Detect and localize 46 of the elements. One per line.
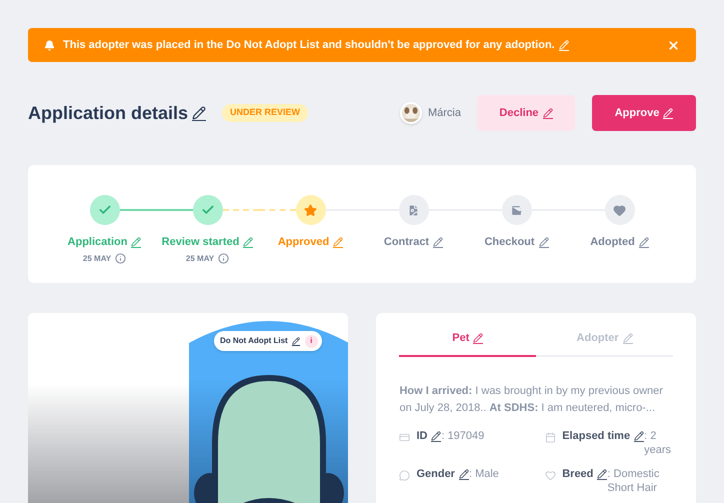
edit-icon[interactable] (431, 430, 442, 442)
field-value: : Domestic Short Hair (607, 466, 660, 494)
step-label: Contract (384, 235, 430, 250)
edit-icon[interactable] (634, 430, 644, 442)
step-label: Application (68, 235, 128, 250)
bell-icon (44, 40, 55, 50)
field-value: : Male (468, 466, 499, 480)
info-icon[interactable] (218, 253, 230, 264)
document-icon (407, 204, 420, 216)
step-label: Approved (278, 235, 330, 250)
user-name: Márcia (428, 106, 461, 121)
star-icon (304, 204, 317, 216)
heart-icon (545, 470, 556, 480)
tab[interactable]: Pet (399, 330, 536, 356)
step-label: Review started (162, 235, 240, 250)
step-label: Adopted (590, 235, 635, 250)
check-icon (200, 203, 214, 217)
page-title: Application details (28, 102, 188, 125)
step-label: Checkout (484, 235, 535, 250)
calendar-icon (545, 432, 556, 442)
tab[interactable]: Adopter (536, 330, 674, 356)
step-date: 25 MAY (82, 252, 112, 264)
heart-icon (613, 204, 626, 216)
tag-label: Do Not Adopt List (220, 335, 288, 347)
edit-icon[interactable] (192, 106, 206, 120)
card-icon (399, 432, 410, 442)
decline-button[interactable]: Decline (477, 95, 575, 131)
wallet-icon (510, 204, 523, 216)
status-badge: UNDER REVIEW (222, 104, 308, 122)
alert-badge[interactable]: i (304, 334, 318, 348)
field-label: Gender (416, 466, 455, 480)
field-value: : 197049 (441, 428, 484, 442)
close-icon[interactable] (667, 38, 680, 52)
approve-button[interactable]: Approve (592, 95, 696, 131)
field-label: ID (416, 428, 428, 442)
step-date: 25 MAY (186, 252, 214, 264)
alert-message: This adopter was placed in the Do Not Adopt List and shouldn't be approved for any adoption. (63, 38, 555, 53)
edit-icon[interactable] (292, 336, 300, 346)
field-value: : 2 years (644, 428, 672, 456)
edit-icon[interactable] (597, 468, 608, 480)
info-icon[interactable] (115, 253, 126, 264)
field-label: Breed (562, 466, 594, 480)
pet-description: How I arrived: I was brought in by my previous owner on July 28, 2018.. At SDHS: I am neutered, micro-... (399, 384, 664, 416)
edit-icon[interactable] (458, 468, 469, 480)
field-label: Elapsed time (562, 428, 630, 442)
check-icon (98, 203, 112, 217)
